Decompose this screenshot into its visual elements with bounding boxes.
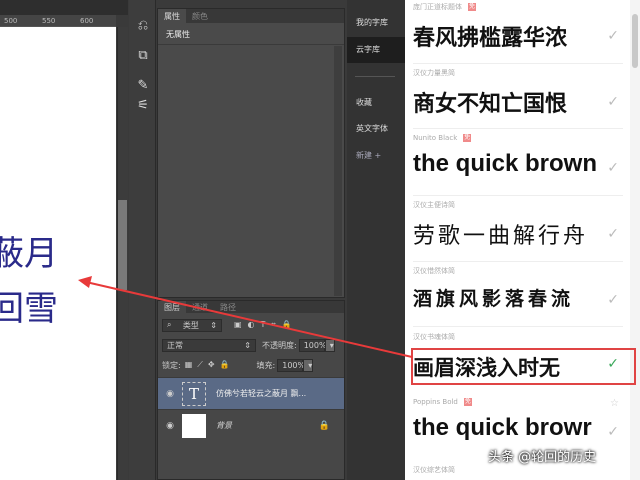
watermark: 头条 @轮回的历史	[488, 450, 597, 465]
annotation-arrow	[78, 276, 413, 358]
